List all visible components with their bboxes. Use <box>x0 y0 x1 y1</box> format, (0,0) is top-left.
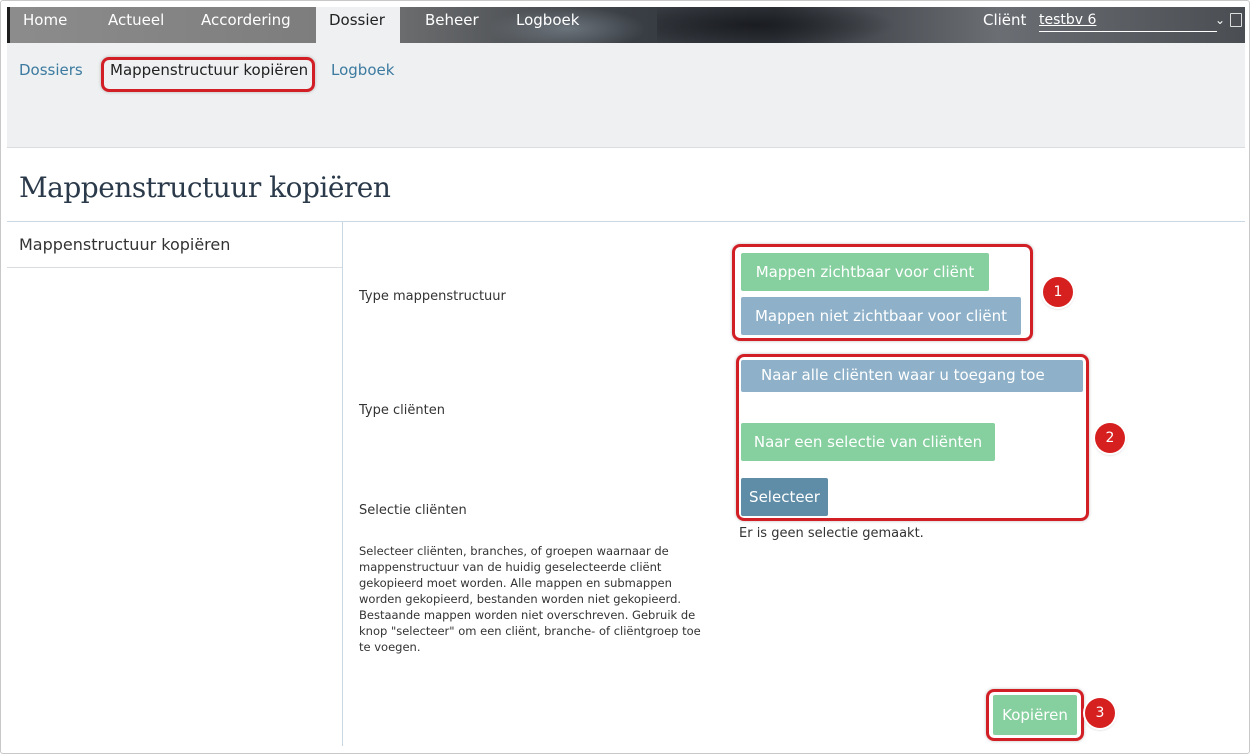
nav-home[interactable]: Home <box>13 7 77 43</box>
client-select-value: testbv 6 <box>1039 12 1097 28</box>
nav-dossier[interactable]: Dossier <box>316 7 400 43</box>
sidebar-item-mappenstructuur-kopieren[interactable]: Mappenstructuur kopiëren <box>7 222 342 268</box>
top-navigation: Home Actueel Accordering Dossier Beheer … <box>7 7 1245 43</box>
naar-selectie-clienten-button[interactable]: Naar een selectie van cliënten <box>741 423 995 461</box>
selectie-help-text: Selecteer cliënten, branches, of groepen… <box>359 544 701 654</box>
chevron-down-icon[interactable]: ⌄ <box>1215 7 1225 33</box>
annotation-badge-3: 3 <box>1085 698 1115 728</box>
nav-logboek[interactable]: Logboek <box>506 7 589 43</box>
client-select[interactable]: testbv 6 <box>1039 11 1217 32</box>
nav-beheer[interactable]: Beheer <box>415 7 489 43</box>
document-icon[interactable] <box>1230 13 1242 27</box>
mappen-niet-zichtbaar-button[interactable]: Mappen niet zichtbaar voor cliënt <box>741 297 1021 335</box>
geen-selectie-note: Er is geen selectie gemaakt. <box>739 526 924 541</box>
app-window: Home Actueel Accordering Dossier Beheer … <box>0 0 1250 754</box>
type-clienten-label: Type cliënten <box>359 403 445 418</box>
subnav-logboek[interactable]: Logboek <box>331 61 394 79</box>
subnav-dossiers[interactable]: Dossiers <box>19 61 83 79</box>
annotation-badge-2: 2 <box>1095 423 1125 453</box>
client-label: Cliënt <box>983 11 1027 29</box>
nav-accordering[interactable]: Accordering <box>191 7 301 43</box>
highlight-subnav <box>101 57 315 92</box>
selectie-clienten-label: Selectie cliënten <box>359 503 467 518</box>
naar-alle-clienten-button[interactable]: Naar alle cliënten waar u toegang toe <box>741 360 1083 392</box>
page-title: Mappenstructuur kopiëren <box>19 171 391 204</box>
selecteer-button[interactable]: Selecteer <box>741 478 828 516</box>
sidebar: Mappenstructuur kopiëren <box>7 222 343 746</box>
mappen-zichtbaar-button[interactable]: Mappen zichtbaar voor cliënt <box>741 253 989 291</box>
nav-actueel[interactable]: Actueel <box>98 7 174 43</box>
kopieren-button[interactable]: Kopiëren <box>993 695 1077 735</box>
annotation-badge-1: 1 <box>1043 277 1073 307</box>
type-mappenstructuur-label: Type mappenstructuur <box>359 289 506 304</box>
client-switcher: Cliënt testbv 6 ⌄ <box>983 7 1245 43</box>
